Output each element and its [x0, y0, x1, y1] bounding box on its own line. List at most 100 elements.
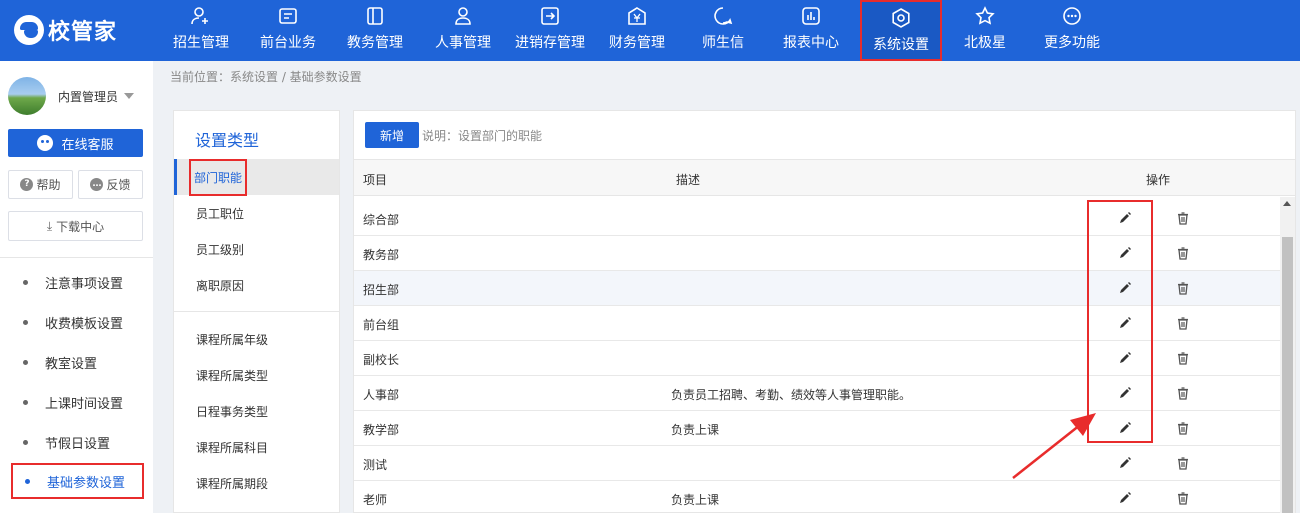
nav-item-system-settings[interactable]: 系统设置	[860, 0, 942, 61]
nav-label: 人事管理	[435, 35, 491, 51]
edit-icon[interactable]	[1118, 491, 1132, 505]
table-row[interactable]: 老师 负责上课	[354, 481, 1280, 513]
bullet-icon	[25, 478, 30, 484]
type-item-leave-reasons[interactable]: 离职原因	[174, 267, 339, 303]
type-item-label: 离职原因	[196, 278, 245, 293]
nav-item-more[interactable]: 更多功能	[1034, 0, 1110, 61]
nav-item-inventory[interactable]: 进销存管理	[507, 0, 593, 61]
edit-icon[interactable]	[1118, 351, 1132, 365]
exchange-icon	[540, 6, 560, 26]
nav-label: 北极星	[964, 35, 1006, 51]
table-row[interactable]: 人事部 负责员工招聘、考勤、绩效等人事管理职能。	[354, 376, 1280, 411]
table-row[interactable]: 前台组	[354, 306, 1280, 341]
download-center-button[interactable]: ⤓ 下载中心	[8, 211, 143, 241]
ellipsis-icon: …	[90, 178, 104, 191]
trash-icon[interactable]	[1176, 421, 1190, 435]
sidebar-item-notices[interactable]: 注意事项设置	[11, 264, 144, 300]
help-feedback-group: ? 帮助 … 反馈	[8, 170, 143, 199]
type-item-department-functions[interactable]: 部门职能	[174, 158, 339, 196]
online-service-label: 在线客服	[61, 137, 114, 153]
main-panel: 新增 说明：设置部门的职能 项目 描述 操作 综合部 教务部 招生部 前台组 副…	[353, 110, 1296, 513]
sidebar-item-fee-templates[interactable]: 收费模板设置	[11, 304, 144, 340]
type-item-schedule-type[interactable]: 日程事务类型	[174, 393, 339, 429]
trash-icon[interactable]	[1176, 491, 1190, 505]
type-item-label: 日程事务类型	[196, 404, 269, 419]
row-name: 教学部	[363, 423, 400, 437]
settings-note: 说明：设置部门的职能	[422, 129, 543, 143]
row-name: 副校长	[363, 353, 400, 367]
edit-icon[interactable]	[1118, 316, 1132, 330]
sidebar-item-class-times[interactable]: 上课时间设置	[11, 384, 144, 420]
nav-item-academic[interactable]: 教务管理	[337, 0, 413, 61]
nav-item-finance[interactable]: 财务管理	[599, 0, 675, 61]
help-label: 帮助	[36, 178, 61, 192]
type-item-label: 课程所属类型	[196, 368, 269, 383]
add-button[interactable]: 新增	[365, 122, 419, 148]
type-item-label: 部门职能	[189, 158, 248, 196]
column-header-actions: 操作	[1146, 173, 1171, 187]
row-description: 负责上课	[671, 423, 720, 437]
sidebar-item-holidays[interactable]: 节假日设置	[11, 424, 144, 460]
edit-icon[interactable]	[1118, 386, 1132, 400]
type-item-staff-positions[interactable]: 员工职位	[174, 195, 339, 231]
bullet-icon	[23, 399, 28, 405]
sidebar-item-classrooms[interactable]: 教室设置	[11, 344, 144, 380]
table-row[interactable]: 教务部	[354, 236, 1280, 271]
sidebar-item-label: 注意事项设置	[45, 276, 124, 292]
sidebar-item-basic-params[interactable]: 基础参数设置	[11, 463, 144, 499]
person-icon	[453, 6, 473, 26]
table-row[interactable]: 综合部	[354, 201, 1280, 236]
table-body: 综合部 教务部 招生部 前台组 副校长 人事部 负责员工招聘、考勤、绩效等人事管…	[354, 201, 1280, 513]
nav-item-frontdesk[interactable]: 前台业务	[250, 0, 326, 61]
help-button[interactable]: ? 帮助	[8, 170, 73, 199]
edit-icon[interactable]	[1118, 421, 1132, 435]
table-row[interactable]: 测试	[354, 446, 1280, 481]
trash-icon[interactable]	[1176, 386, 1190, 400]
table-row[interactable]: 副校长	[354, 341, 1280, 376]
trash-icon[interactable]	[1176, 316, 1190, 330]
sidebar-item-label: 收费模板设置	[45, 316, 124, 332]
logo-text: 校管家	[48, 20, 118, 45]
breadcrumb: 当前位置：系统设置 / 基础参数设置	[170, 70, 362, 84]
scroll-thumb[interactable]	[1282, 237, 1293, 513]
divider	[174, 311, 339, 312]
type-item-course-grade[interactable]: 课程所属年级	[174, 321, 339, 357]
table-row[interactable]: 教学部 负责上课	[354, 411, 1280, 446]
edit-icon[interactable]	[1118, 281, 1132, 295]
nav-item-hr[interactable]: 人事管理	[425, 0, 501, 61]
online-service-button[interactable]: 在线客服	[8, 129, 143, 157]
trash-icon[interactable]	[1176, 246, 1190, 260]
type-item-label: 员工级别	[196, 242, 245, 257]
download-label: 下载中心	[56, 219, 105, 234]
app-logo[interactable]: 校管家	[14, 12, 117, 48]
column-header-description: 描述	[676, 173, 701, 187]
type-item-course-period[interactable]: 课程所属期段	[174, 465, 339, 501]
row-name: 人事部	[363, 388, 400, 402]
feedback-button[interactable]: … 反馈	[78, 170, 143, 199]
nav-label: 更多功能	[1044, 35, 1100, 51]
type-item-staff-levels[interactable]: 员工级别	[174, 231, 339, 267]
chevron-down-icon	[124, 93, 135, 99]
type-item-label: 课程所属年级	[196, 332, 269, 347]
edit-icon[interactable]	[1118, 246, 1132, 260]
scroll-up-icon[interactable]	[1283, 201, 1291, 206]
trash-icon[interactable]	[1176, 281, 1190, 295]
nav-label: 报表中心	[783, 35, 839, 51]
trash-icon[interactable]	[1176, 351, 1190, 365]
trash-icon[interactable]	[1176, 211, 1190, 225]
sidebar-item-label: 基础参数设置	[47, 475, 126, 491]
nav-item-messages[interactable]: 师生信	[685, 0, 761, 61]
type-item-course-type[interactable]: 课程所属类型	[174, 357, 339, 393]
trash-icon[interactable]	[1176, 456, 1190, 470]
type-item-course-subject[interactable]: 课程所属科目	[174, 429, 339, 465]
nav-label: 系统设置	[873, 37, 929, 53]
table-row[interactable]: 招生部	[354, 271, 1280, 306]
nav-item-north-star[interactable]: 北极星	[947, 0, 1023, 61]
edit-icon[interactable]	[1118, 456, 1132, 470]
edit-icon[interactable]	[1118, 211, 1132, 225]
nav-item-enrollment[interactable]: 招生管理	[163, 0, 239, 61]
table-scrollbar[interactable]	[1280, 197, 1295, 513]
user-menu[interactable]: 内置管理员	[8, 77, 135, 115]
sidebar-item-label: 上课时间设置	[45, 396, 124, 412]
nav-item-reports[interactable]: 报表中心	[773, 0, 849, 61]
